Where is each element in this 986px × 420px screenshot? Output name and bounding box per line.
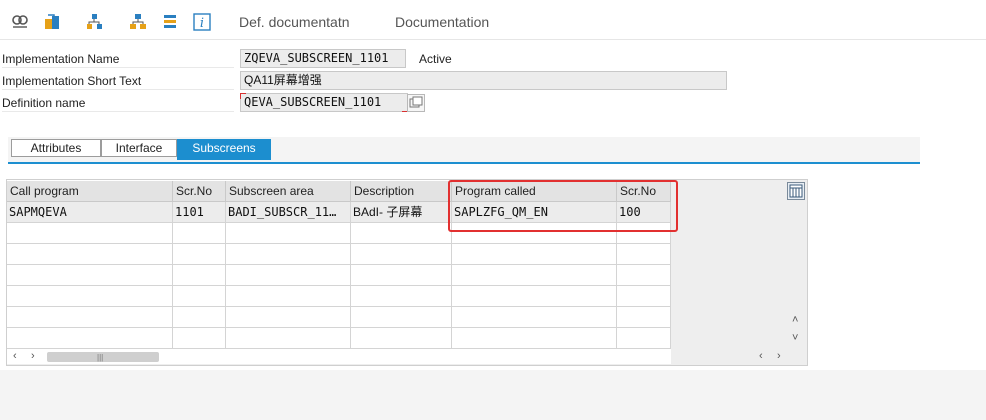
scroll-right-icon[interactable]: › [31, 350, 35, 362]
table-cell-program-called[interactable]: SAPLZFG_QM_EN [452, 202, 617, 223]
column-header-program-called[interactable]: Program called [452, 181, 617, 202]
scroll-left-end-icon[interactable]: ‹ [759, 350, 763, 362]
tab-strip: Attributes Interface Subscreens [8, 137, 920, 164]
display-change-icon[interactable] [10, 12, 30, 32]
hierarchy-icon[interactable] [128, 12, 148, 32]
vertical-scrollbar[interactable]: ˄ ˅ [788, 210, 804, 350]
scrollbar-grip-icon: ||| [97, 353, 104, 362]
tab-subscreens[interactable]: Subscreens [177, 139, 271, 160]
stack-icon[interactable] [160, 12, 180, 32]
column-header-scr-no-called[interactable]: Scr.No [617, 181, 671, 202]
implementation-status: Active [419, 52, 452, 66]
tab-attributes[interactable]: Attributes [11, 139, 101, 157]
info-icon[interactable]: i [192, 12, 212, 32]
def-documentation-button[interactable]: Def. documentatn [239, 14, 350, 30]
horizontal-scrollbar[interactable]: ||| [47, 352, 159, 362]
activate-icon[interactable] [42, 12, 62, 32]
column-header-subscreen-area[interactable]: Subscreen area [226, 181, 351, 202]
table-cell-subscreen-area[interactable]: BADI_SUBSCR_11… [226, 202, 351, 223]
table-cell-scr-no[interactable]: 1101 [173, 202, 226, 223]
table-grid: Call program Scr.No Subscreen area Descr… [7, 180, 671, 364]
table-cell-scr-no-called[interactable]: 100 [617, 202, 671, 223]
documentation-button[interactable]: Documentation [395, 14, 489, 30]
scroll-down-icon[interactable]: ˅ [792, 332, 798, 344]
implementation-name-label: Implementation Name [2, 50, 234, 68]
column-header-description[interactable]: Description [351, 181, 452, 202]
column-header-call-program[interactable]: Call program [7, 181, 173, 202]
scroll-right-end-icon[interactable]: › [777, 350, 781, 362]
definition-name-label: Definition name [2, 94, 234, 112]
table-settings-icon[interactable] [787, 182, 805, 200]
column-header-scr-no[interactable]: Scr.No [173, 181, 226, 202]
subscreens-table: Call program Scr.No Subscreen area Descr… [6, 179, 808, 366]
table-cell-call-program[interactable]: SAPMQEVA [7, 202, 173, 223]
implementation-name-field[interactable]: ZQEVA_SUBSCREEN_1101 [240, 49, 406, 68]
table-cell-description[interactable]: BAdI- 子屏幕 [351, 202, 452, 223]
implementation-short-text-field[interactable]: QA11屏幕增强 [240, 71, 727, 90]
application-toolbar: i Def. documentatn Documentation [0, 0, 986, 40]
value-help-icon[interactable] [407, 94, 425, 112]
scroll-up-icon[interactable]: ˄ [792, 314, 798, 326]
object-list-icon[interactable] [84, 12, 104, 32]
implementation-short-text-label: Implementation Short Text [2, 72, 234, 90]
bottom-panel [0, 370, 986, 420]
definition-name-field[interactable]: QEVA_SUBSCREEN_1101 [240, 93, 408, 112]
tab-interface[interactable]: Interface [101, 139, 177, 157]
svg-text:i: i [200, 16, 204, 31]
scroll-left-icon[interactable]: ‹ [13, 350, 17, 362]
